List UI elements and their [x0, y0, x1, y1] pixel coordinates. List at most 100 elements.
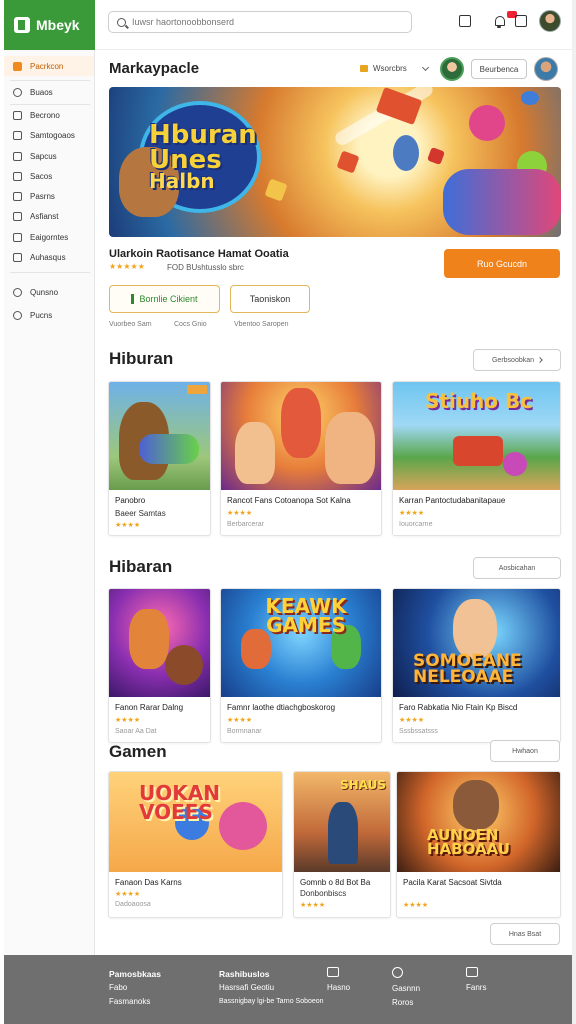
bell-icon[interactable]	[493, 15, 505, 28]
mail-icon[interactable]	[515, 15, 527, 27]
sidebar-item-grid[interactable]: Samtogoaos	[4, 125, 94, 145]
caption[interactable]: Cocs Gnio	[174, 321, 207, 328]
card-title: Pacila Karat Sacsoat Sivtda	[403, 878, 502, 887]
sidebar-item-label: Becrono	[30, 110, 60, 120]
card-title: Faro Rabkatia Nio Ftain Kp Biscd	[399, 703, 518, 712]
card-art-title: UOKAN VOEES	[139, 781, 220, 824]
footer-link[interactable]: Fabo	[109, 981, 161, 995]
box-icon	[13, 191, 22, 201]
sidebar-item-document[interactable]: Eaigorntes	[4, 227, 94, 247]
sidebar-item-label: Qunsno	[30, 287, 59, 297]
caption[interactable]: Vbentoo Saropen	[234, 321, 289, 328]
user-avatar[interactable]	[539, 10, 561, 32]
card-rating: ★★★★	[115, 521, 143, 529]
card-title: Panobro	[115, 496, 146, 505]
chevron-down-icon[interactable]	[421, 63, 430, 72]
sidebar-item-clock[interactable]: Qunsno	[4, 282, 94, 302]
hero-gem	[521, 91, 539, 105]
card-rating: ★★★★	[399, 716, 427, 724]
footer-link[interactable]: Fasmanoks	[109, 995, 161, 1009]
chevron-right-icon	[537, 357, 543, 363]
sidebar-item-tag[interactable]: Sacos	[4, 166, 94, 186]
card-rating-stars: ★★★★	[399, 509, 425, 517]
sidebar-item-search[interactable]: Buaos	[4, 82, 94, 102]
primary-action-button[interactable]: Ruo Gcucdn	[444, 249, 560, 278]
account-avatar[interactable]	[534, 57, 558, 81]
sidebar-item-layers[interactable]: Auhasqus	[4, 247, 94, 267]
scrollbar[interactable]	[572, 0, 576, 1024]
sidebar-item-calendar[interactable]: Becrono	[4, 105, 94, 125]
section-view-all-button[interactable]: Gerbsoobkan	[473, 349, 561, 371]
footer-link: Roros	[392, 998, 414, 1007]
badge-tag	[187, 385, 207, 394]
product-card[interactable]: AUNOEN HABOAAU Pacila Karat Sacsoat Sivt…	[396, 771, 561, 918]
footer-icon-link[interactable]: Hasno	[327, 967, 350, 995]
caption[interactable]: Vuorbeo Sam	[109, 321, 152, 328]
brand[interactable]: Mbeyk	[4, 0, 95, 50]
profile-button[interactable]: Beurbenca	[471, 59, 527, 79]
brand-logo-icon	[14, 17, 30, 33]
footer-column: Pamosbkaas Fabo Fasmanoks	[109, 967, 161, 1009]
sidebar-item-user[interactable]: Pucns	[4, 305, 94, 325]
thumb-character	[453, 599, 497, 659]
thumb-character	[328, 802, 358, 864]
card-rating-stars: ★★★★	[399, 716, 425, 724]
product-card[interactable]: UOKAN VOEES Fanaon Das Karns ★★★★ Dadoao…	[108, 771, 283, 918]
footer-link[interactable]: Hasrsafi Geotiu	[219, 981, 324, 995]
product-card[interactable]: SOMOEANE NELEOAAE Faro Rabkatia Nio Ftai…	[392, 588, 561, 743]
section-title: Gamen	[109, 742, 167, 761]
thumb-creature	[165, 645, 203, 685]
card-art-title: SOMOEANE NELEOAAE	[413, 651, 522, 688]
footer-link: Gasnnn	[392, 984, 421, 993]
card-rating: ★★★★	[403, 901, 431, 909]
hero-banner[interactable]: Hburan Unes Halbn	[109, 87, 561, 237]
card-art-title: AUNOEN HABOAAU	[427, 826, 510, 859]
layers-icon	[13, 252, 22, 262]
secondary-button-green[interactable]: Bornlie Cikient	[109, 285, 220, 313]
product-card[interactable]: Panobro Baeer Samtas ★★★★	[108, 381, 211, 536]
hero-creature-pink	[469, 105, 505, 141]
home-icon	[13, 61, 22, 71]
card-art-title: KEAWK GAMES	[265, 594, 347, 637]
card-rating-stars: ★★★★	[300, 901, 326, 909]
thumb-ball	[503, 452, 527, 476]
seller-avatar[interactable]	[440, 57, 464, 81]
product-card[interactable]: KEAWK GAMES Famnr laothe dtiachgboskorog…	[220, 588, 382, 743]
search-box[interactable]	[108, 11, 412, 33]
hero-cube	[427, 147, 445, 165]
product-card[interactable]: Stiuho Bc Karran Pantoctudabanitapaue ★★…	[392, 381, 561, 536]
button-label: Gerbsoobkan	[491, 356, 535, 364]
footer-link[interactable]: Bassnigbay lgi-be Tarno Soboeon	[219, 995, 324, 1009]
footer-icon-link[interactable]: Fanrs	[466, 967, 486, 995]
search-input[interactable]	[132, 17, 402, 27]
product-card[interactable]: SHAUS Gomnb o 8d Bot Ba Donbonbiscs ★★★★	[293, 771, 391, 918]
product-card[interactable]: Rancot Fans Cotoanopa Sot Kalna ★★★★ Ber…	[220, 381, 382, 536]
sidebar-item-bookmark[interactable]: Asfianst	[4, 206, 94, 226]
load-more-button[interactable]: Hnas Bsat	[490, 923, 560, 945]
card-title: Karran Pantoctudabanitapaue	[399, 496, 506, 505]
sidebar-item-label: Pasrns	[30, 191, 55, 201]
section-view-all-button[interactable]: Aosbicahan	[473, 557, 561, 579]
footer-heading: Pamosbkaas	[109, 969, 161, 979]
card-title: Famnr laothe dtiachgboskorog	[227, 703, 336, 712]
card-thumbnail: UOKAN VOEES	[109, 772, 282, 872]
card-rating-stars: ★★★★	[115, 521, 141, 529]
secondary-button[interactable]: Taoniskon	[230, 285, 310, 313]
hero-game-controller	[443, 169, 561, 235]
sidebar-item-label: Sapcus	[30, 151, 57, 161]
sidebar-item-chart[interactable]: Sapcus	[4, 146, 94, 166]
card-thumbnail	[221, 382, 381, 490]
sidebar-item-label: Buaos	[30, 87, 53, 97]
message-icon[interactable]	[459, 15, 471, 27]
card-thumbnail: Stiuho Bc	[393, 382, 560, 490]
section-view-all-button[interactable]: Hwhaon	[490, 740, 560, 762]
hero-art-line: Halbn	[149, 169, 215, 194]
sidebar-item-box[interactable]: Pasrns	[4, 186, 94, 206]
location-label[interactable]: Wsorcbrs	[373, 64, 407, 73]
page-title: Markaypacle	[109, 60, 200, 77]
bookmark-icon	[13, 211, 22, 221]
product-card[interactable]: Fanon Rarar Dalng ★★★★ Saoar Aa Dat	[108, 588, 211, 743]
sidebar-item-home[interactable]: Pacrkcon	[4, 56, 94, 76]
footer-icon-link[interactable]: Gasnnn Roros	[392, 967, 420, 1010]
clock-icon	[13, 287, 22, 297]
